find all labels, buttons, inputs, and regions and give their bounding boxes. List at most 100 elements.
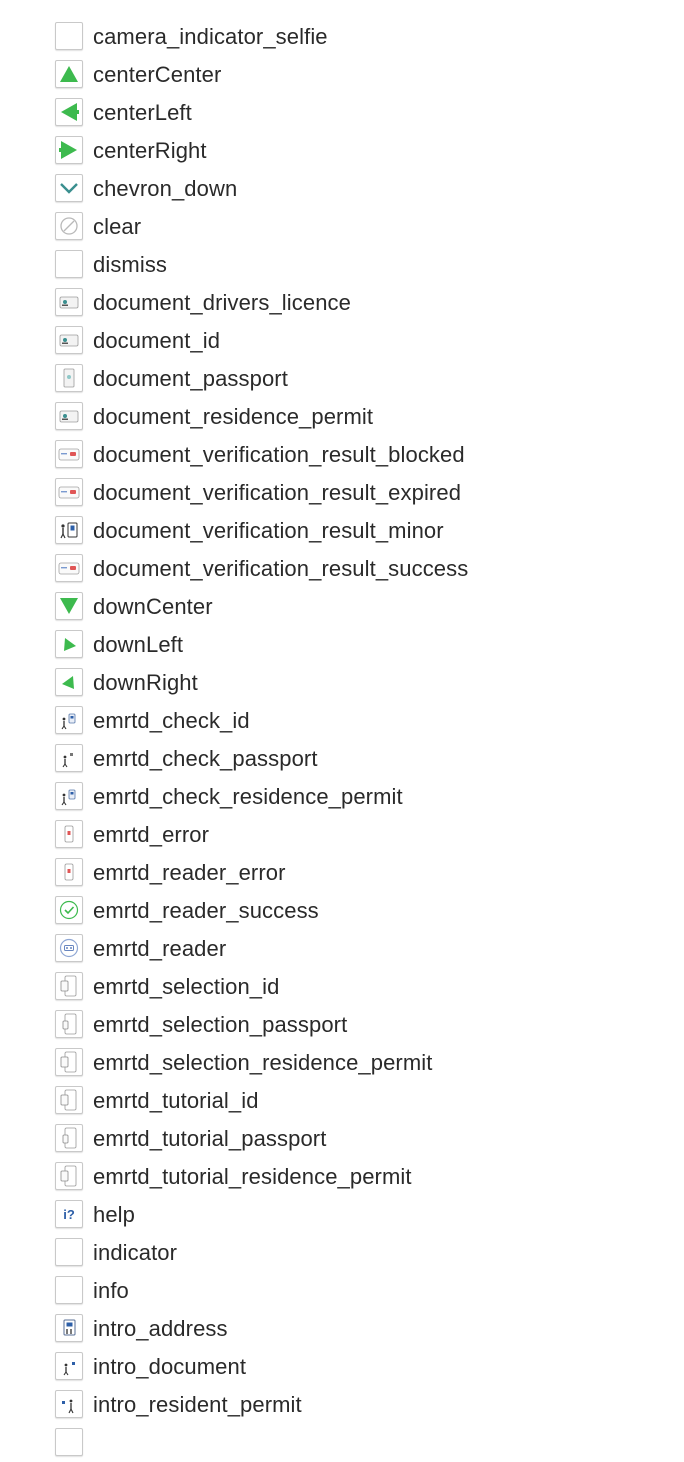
arrow-down-icon xyxy=(55,592,83,620)
person-card-icon xyxy=(55,516,83,544)
person-phone-icon xyxy=(55,782,83,810)
asset-row[interactable]: document_verification_result_success xyxy=(0,550,684,588)
asset-row[interactable]: dismiss xyxy=(0,246,684,284)
asset-row[interactable]: centerLeft xyxy=(0,94,684,132)
asset-row[interactable]: document_verification_result_expired xyxy=(0,474,684,512)
asset-row[interactable]: document_id xyxy=(0,322,684,360)
asset-row[interactable]: emrtd_selection_residence_permit xyxy=(0,1044,684,1082)
blank-icon xyxy=(55,250,83,278)
phone-passport-icon xyxy=(55,1124,83,1152)
asset-row[interactable]: emrtd_check_id xyxy=(0,702,684,740)
asset-name: downLeft xyxy=(93,632,184,657)
phone-red-icon xyxy=(55,858,83,886)
asset-name: emrtd_reader_error xyxy=(93,860,286,885)
intro-permit-icon xyxy=(55,1390,83,1418)
svg-text:i?: i? xyxy=(63,1207,75,1222)
asset-row[interactable]: emrtd_error xyxy=(0,816,684,854)
asset-name: centerRight xyxy=(93,138,207,163)
arrow-down-left-icon xyxy=(55,630,83,658)
help-icon: i? xyxy=(55,1200,83,1228)
asset-row[interactable]: emrtd_tutorial_passport xyxy=(0,1120,684,1158)
asset-row[interactable]: indicator xyxy=(0,1234,684,1272)
asset-name: chevron_down xyxy=(93,176,238,201)
asset-name: emrtd_check_id xyxy=(93,708,250,733)
asset-row[interactable]: emrtd_check_residence_permit xyxy=(0,778,684,816)
asset-row[interactable]: emrtd_tutorial_id xyxy=(0,1082,684,1120)
blank-icon xyxy=(55,1238,83,1266)
asset-name: document_verification_result_blocked xyxy=(93,442,465,467)
intro-address-icon xyxy=(55,1314,83,1342)
asset-name: emrtd_tutorial_residence_permit xyxy=(93,1164,412,1189)
id-card-icon xyxy=(55,402,83,430)
asset-name: indicator xyxy=(93,1240,178,1265)
asset-name: dismiss xyxy=(93,252,168,277)
asset-name: emrtd_error xyxy=(93,822,210,847)
asset-row[interactable]: intro_resident_permit xyxy=(0,1386,684,1424)
asset-row[interactable]: emrtd_selection_id xyxy=(0,968,684,1006)
asset-name: help xyxy=(93,1202,135,1227)
asset-row[interactable]: info xyxy=(0,1272,684,1310)
passport-icon xyxy=(55,364,83,392)
asset-name: camera_indicator_selfie xyxy=(93,24,328,49)
asset-row[interactable]: document_drivers_licence xyxy=(0,284,684,322)
asset-name: centerCenter xyxy=(93,62,222,87)
asset-row[interactable]: emrtd_reader_success xyxy=(0,892,684,930)
person-small-icon xyxy=(55,744,83,772)
asset-row[interactable]: document_passport xyxy=(0,360,684,398)
arrow-up-icon xyxy=(55,60,83,88)
asset-row[interactable]: chevron_down xyxy=(0,170,684,208)
asset-name: document_verification_result_minor xyxy=(93,518,444,543)
asset-name: document_residence_permit xyxy=(93,404,374,429)
asset-row[interactable]: downRight xyxy=(0,664,684,702)
reader-circle-icon xyxy=(55,934,83,962)
chevron-down-icon xyxy=(55,174,83,202)
asset-name: document_id xyxy=(93,328,221,353)
asset-row[interactable]: i? help xyxy=(0,1196,684,1234)
asset-name: intro_document xyxy=(93,1354,247,1379)
asset-name: downRight xyxy=(93,670,198,695)
asset-name: emrtd_tutorial_id xyxy=(93,1088,259,1113)
asset-name: document_verification_result_expired xyxy=(93,480,462,505)
asset-name: document_drivers_licence xyxy=(93,290,351,315)
asset-row[interactable]: emrtd_reader_error xyxy=(0,854,684,892)
asset-row[interactable]: downLeft xyxy=(0,626,684,664)
check-circle-icon xyxy=(55,896,83,924)
asset-name: clear xyxy=(93,214,142,239)
phone-card-icon xyxy=(55,972,83,1000)
phone-card-icon xyxy=(55,1048,83,1076)
asset-name: document_passport xyxy=(93,366,288,391)
phone-passport-icon xyxy=(55,1010,83,1038)
asset-row[interactable]: document_residence_permit xyxy=(0,398,684,436)
asset-row[interactable]: downCenter xyxy=(0,588,684,626)
asset-row[interactable]: intro_address xyxy=(0,1310,684,1348)
asset-row[interactable]: document_verification_result_blocked xyxy=(0,436,684,474)
asset-name: emrtd_reader xyxy=(93,936,227,961)
card-red-icon xyxy=(55,554,83,582)
asset-name: emrtd_reader_success xyxy=(93,898,319,923)
asset-row[interactable]: clear xyxy=(0,208,684,246)
asset-row[interactable]: camera_indicator_selfie xyxy=(0,18,684,56)
arrow-left-icon xyxy=(55,98,83,126)
asset-row[interactable]: emrtd_tutorial_residence_permit xyxy=(0,1158,684,1196)
blank-icon xyxy=(55,1276,83,1304)
person-phone-icon xyxy=(55,706,83,734)
asset-name: info xyxy=(93,1278,129,1303)
intro-document-icon xyxy=(55,1352,83,1380)
asset-name: emrtd_tutorial_passport xyxy=(93,1126,327,1151)
phone-card-icon xyxy=(55,1162,83,1190)
asset-name: emrtd_check_residence_permit xyxy=(93,784,403,809)
asset-row[interactable]: centerRight xyxy=(0,132,684,170)
asset-name: centerLeft xyxy=(93,100,192,125)
card-red-icon xyxy=(55,478,83,506)
asset-row[interactable]: emrtd_check_passport xyxy=(0,740,684,778)
arrow-down-right-icon xyxy=(55,668,83,696)
asset-name: intro_resident_permit xyxy=(93,1392,302,1417)
asset-row[interactable]: intro_document xyxy=(0,1348,684,1386)
asset-row[interactable]: centerCenter xyxy=(0,56,684,94)
asset-row[interactable]: emrtd_reader xyxy=(0,930,684,968)
card-red-icon xyxy=(55,440,83,468)
blank-icon xyxy=(55,22,83,50)
asset-name: emrtd_check_passport xyxy=(93,746,318,771)
asset-row[interactable]: emrtd_selection_passport xyxy=(0,1006,684,1044)
asset-row[interactable]: document_verification_result_minor xyxy=(0,512,684,550)
